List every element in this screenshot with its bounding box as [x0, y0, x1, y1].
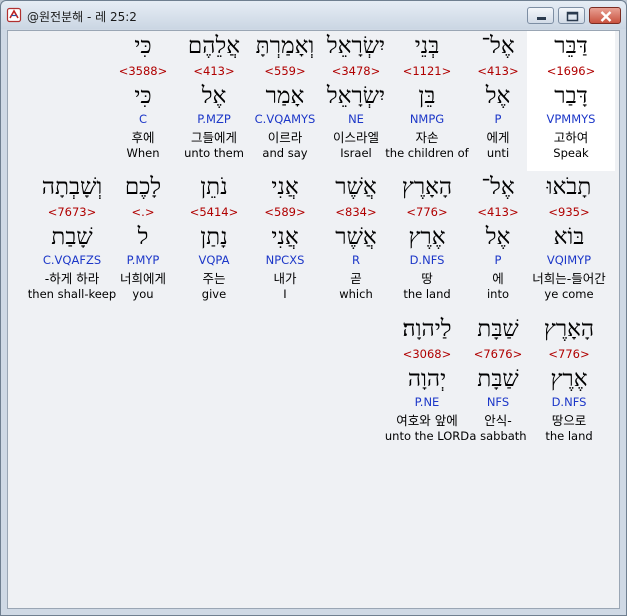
close-button[interactable]: [589, 7, 621, 24]
book-icon[interactable]: [6, 7, 22, 23]
strong-number: <3588>: [118, 64, 168, 78]
english-gloss: unto the LORD: [384, 429, 470, 443]
minimize-button[interactable]: [527, 7, 554, 24]
parse-code: C: [138, 112, 148, 126]
word-block[interactable]: כִּי <3588> כִּי C 후에 When: [97, 31, 189, 161]
title-bar[interactable]: @원전분해 - 레 25:2: [1, 1, 626, 29]
close-icon: [600, 11, 612, 22]
korean-gloss: 여호와 앞에: [396, 413, 458, 428]
hebrew-word: וְשָׁבְתָה: [41, 174, 103, 200]
window-title: @원전분해 - 레 25:2: [27, 10, 137, 24]
parse-code: C.VQAFZS: [42, 253, 102, 267]
hebrew-word: כִּי: [134, 33, 152, 59]
strong-number: <7673>: [47, 205, 97, 219]
parse-code: P.NE: [414, 395, 440, 409]
maximize-icon: [566, 11, 579, 22]
korean-gloss: 후에: [131, 130, 155, 145]
hebrew-word: לַיהוָה׃: [402, 316, 452, 342]
word-block[interactable]: לַיהוָה׃ <3068> יְהוָה P.NE 여호와 앞에 unto the L…: [381, 314, 473, 444]
minimize-icon: [537, 17, 546, 20]
interlinear-panel[interactable]: דַּבֵּר <1696> דָּבַר VPMMYS 고하여 Speak אֶל־ <41…: [7, 30, 620, 609]
korean-gloss: -하게 하라: [44, 271, 100, 286]
english-gloss: then shall-keep: [27, 287, 117, 301]
root-word: כִּי: [134, 83, 152, 109]
app-window: @원전분해 - 레 25:2 דַּבֵּר <1696> דָּבַר VPMMYS…: [0, 0, 627, 616]
root-word: שָׁבַת: [51, 224, 93, 250]
maximize-button[interactable]: [558, 7, 585, 24]
root-word: יְהוָה: [407, 366, 447, 392]
english-gloss: When: [126, 146, 160, 160]
word-block[interactable]: וְשָׁבְתָה <7673> שָׁבַת C.VQAFZS -하게 하라 then…: [26, 172, 118, 302]
strong-number: <3068>: [402, 347, 452, 361]
